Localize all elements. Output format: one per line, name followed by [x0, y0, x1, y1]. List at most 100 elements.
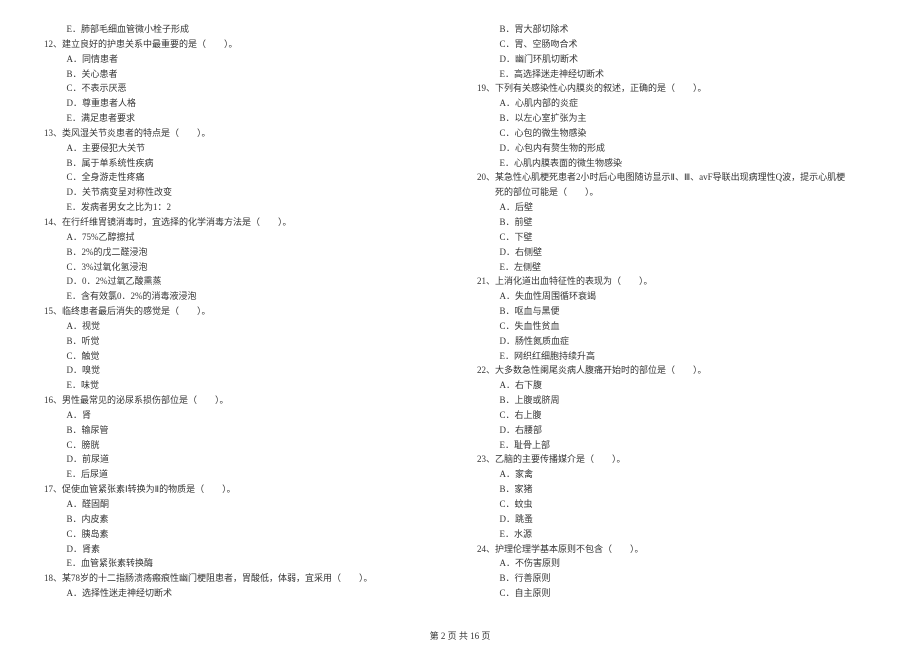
option-label: A．	[500, 202, 516, 212]
option-label: B．	[67, 158, 82, 168]
option-line: C．失血性贫血	[477, 319, 876, 334]
question-line: 13、类风湿关节炎患者的特点是（ ）。	[44, 126, 443, 141]
option-label: E．	[67, 291, 82, 301]
option-label: B．	[67, 69, 82, 79]
option-line: D．幽门环肌切断术	[477, 52, 876, 67]
right-column: B．胃大部切除术C．胃、空肠吻合术D．幽门环肌切断术E．高选择迷走神经切断术19…	[477, 22, 876, 602]
option-text: 家禽	[515, 469, 533, 479]
option-text: 下壁	[515, 232, 533, 242]
option-text: 0．2%过氧乙酸熏蒸	[82, 276, 162, 286]
option-label: E．	[500, 69, 515, 79]
option-label: A．	[500, 291, 516, 301]
option-text: 耻骨上部	[514, 440, 550, 450]
option-text: 后壁	[515, 202, 533, 212]
option-text: 肠性氮质血症	[515, 336, 569, 346]
option-line: C．全身游走性疼痛	[44, 170, 443, 185]
option-label: E．	[500, 158, 515, 168]
option-line: E．耻骨上部	[477, 438, 876, 453]
option-label: C．	[67, 351, 82, 361]
option-label: E．	[500, 262, 515, 272]
option-label: E．	[500, 440, 515, 450]
option-label: B．	[500, 217, 515, 227]
option-line: D．前尿道	[44, 452, 443, 467]
option-text: 膀胱	[82, 440, 100, 450]
option-line: A．75%乙醇擦拭	[44, 230, 443, 245]
option-label: A．	[67, 232, 83, 242]
option-text: 选择性迷走神经切断术	[82, 588, 172, 598]
option-label: D．	[500, 247, 516, 257]
option-label: B．	[500, 24, 515, 34]
option-label: D．	[500, 425, 516, 435]
question-number: 18、	[44, 573, 62, 583]
option-line: E．水源	[477, 527, 876, 542]
question-text: 护理伦理学基本原则不包含（ ）。	[495, 544, 644, 554]
option-label: E．	[67, 24, 82, 34]
option-label: C．	[67, 262, 82, 272]
option-line: A．家禽	[477, 467, 876, 482]
question-number: 13、	[44, 128, 62, 138]
option-line: A．后壁	[477, 200, 876, 215]
option-line: B．2%的戊二醛浸泡	[44, 245, 443, 260]
option-label: A．	[67, 588, 83, 598]
option-line: A．视觉	[44, 319, 443, 334]
option-label: A．	[500, 380, 516, 390]
question-line: 12、建立良好的护患关系中最重要的是（ ）。	[44, 37, 443, 52]
option-line: B．关心患者	[44, 67, 443, 82]
option-text: 发病者男女之比为1：2	[81, 202, 171, 212]
question-text: 乙脑的主要传播媒介是（ ）。	[495, 454, 626, 464]
option-text: 输尿管	[82, 425, 109, 435]
question-continuation: 死的部位可能是（ ）。	[477, 185, 876, 200]
option-text: 左侧壁	[514, 262, 541, 272]
option-label: D．	[67, 454, 83, 464]
option-line: C．触觉	[44, 349, 443, 364]
option-line: C．右上腹	[477, 408, 876, 423]
option-text: 右腰部	[515, 425, 542, 435]
option-label: A．	[500, 558, 516, 568]
option-label: C．	[500, 410, 515, 420]
option-label: C．	[500, 232, 515, 242]
option-line: E．高选择迷走神经切断术	[477, 67, 876, 82]
option-text: 肺部毛细血管微小栓子形成	[81, 24, 189, 34]
option-text: 主要侵犯大关节	[82, 143, 145, 153]
question-text: 类风湿关节炎患者的特点是（ ）。	[62, 128, 211, 138]
option-text: 血管紧张素转换酶	[81, 558, 153, 568]
option-line: E．网织红细胞持续升高	[477, 349, 876, 364]
option-label: E．	[67, 202, 82, 212]
option-label: D．	[67, 187, 83, 197]
question-number: 21、	[477, 276, 495, 286]
option-text: 自主原则	[515, 588, 551, 598]
option-label: E．	[500, 351, 515, 361]
option-line: D．跳蚤	[477, 512, 876, 527]
option-line: D．关节病变呈对称性改变	[44, 185, 443, 200]
question-line: 20、某急性心肌梗死患者2小时后心电图随访显示Ⅱ、Ⅲ、avF导联出现病理性Q波，…	[477, 170, 876, 185]
option-label: D．	[500, 143, 516, 153]
option-line: E．满足患者要求	[44, 111, 443, 126]
option-label: D．	[67, 276, 83, 286]
option-text: 肾	[82, 410, 91, 420]
option-label: B．	[67, 514, 82, 524]
option-line: C．蚊虫	[477, 497, 876, 512]
option-label: D．	[500, 54, 516, 64]
option-text: 含有效氯0．2%的消毒液浸泡	[81, 291, 197, 301]
option-text: 上腹或脐周	[515, 395, 560, 405]
option-text: 水源	[514, 529, 532, 539]
option-label: A．	[67, 54, 83, 64]
option-text: 家猪	[515, 484, 533, 494]
option-label: A．	[500, 469, 516, 479]
option-text: 胃大部切除术	[515, 24, 569, 34]
option-text: 关节病变呈对称性改变	[82, 187, 172, 197]
option-text: 蚊虫	[515, 499, 533, 509]
option-text: 心包的微生物感染	[515, 128, 587, 138]
option-label: A．	[67, 410, 83, 420]
question-number: 17、	[44, 484, 62, 494]
option-line: D．心包内有赘生物的形成	[477, 141, 876, 156]
option-line: A．主要侵犯大关节	[44, 141, 443, 156]
option-text: 关心患者	[82, 69, 118, 79]
option-text: 前尿道	[82, 454, 109, 464]
option-text: 心肌内部的炎症	[515, 98, 578, 108]
option-line: E．肺部毛细血管微小栓子形成	[44, 22, 443, 37]
option-line: D．嗅觉	[44, 363, 443, 378]
option-label: E．	[67, 469, 82, 479]
question-text: 大多数急性阑尾炎病人腹痛开始时的部位是（ ）。	[495, 365, 707, 375]
option-line: A．右下腹	[477, 378, 876, 393]
